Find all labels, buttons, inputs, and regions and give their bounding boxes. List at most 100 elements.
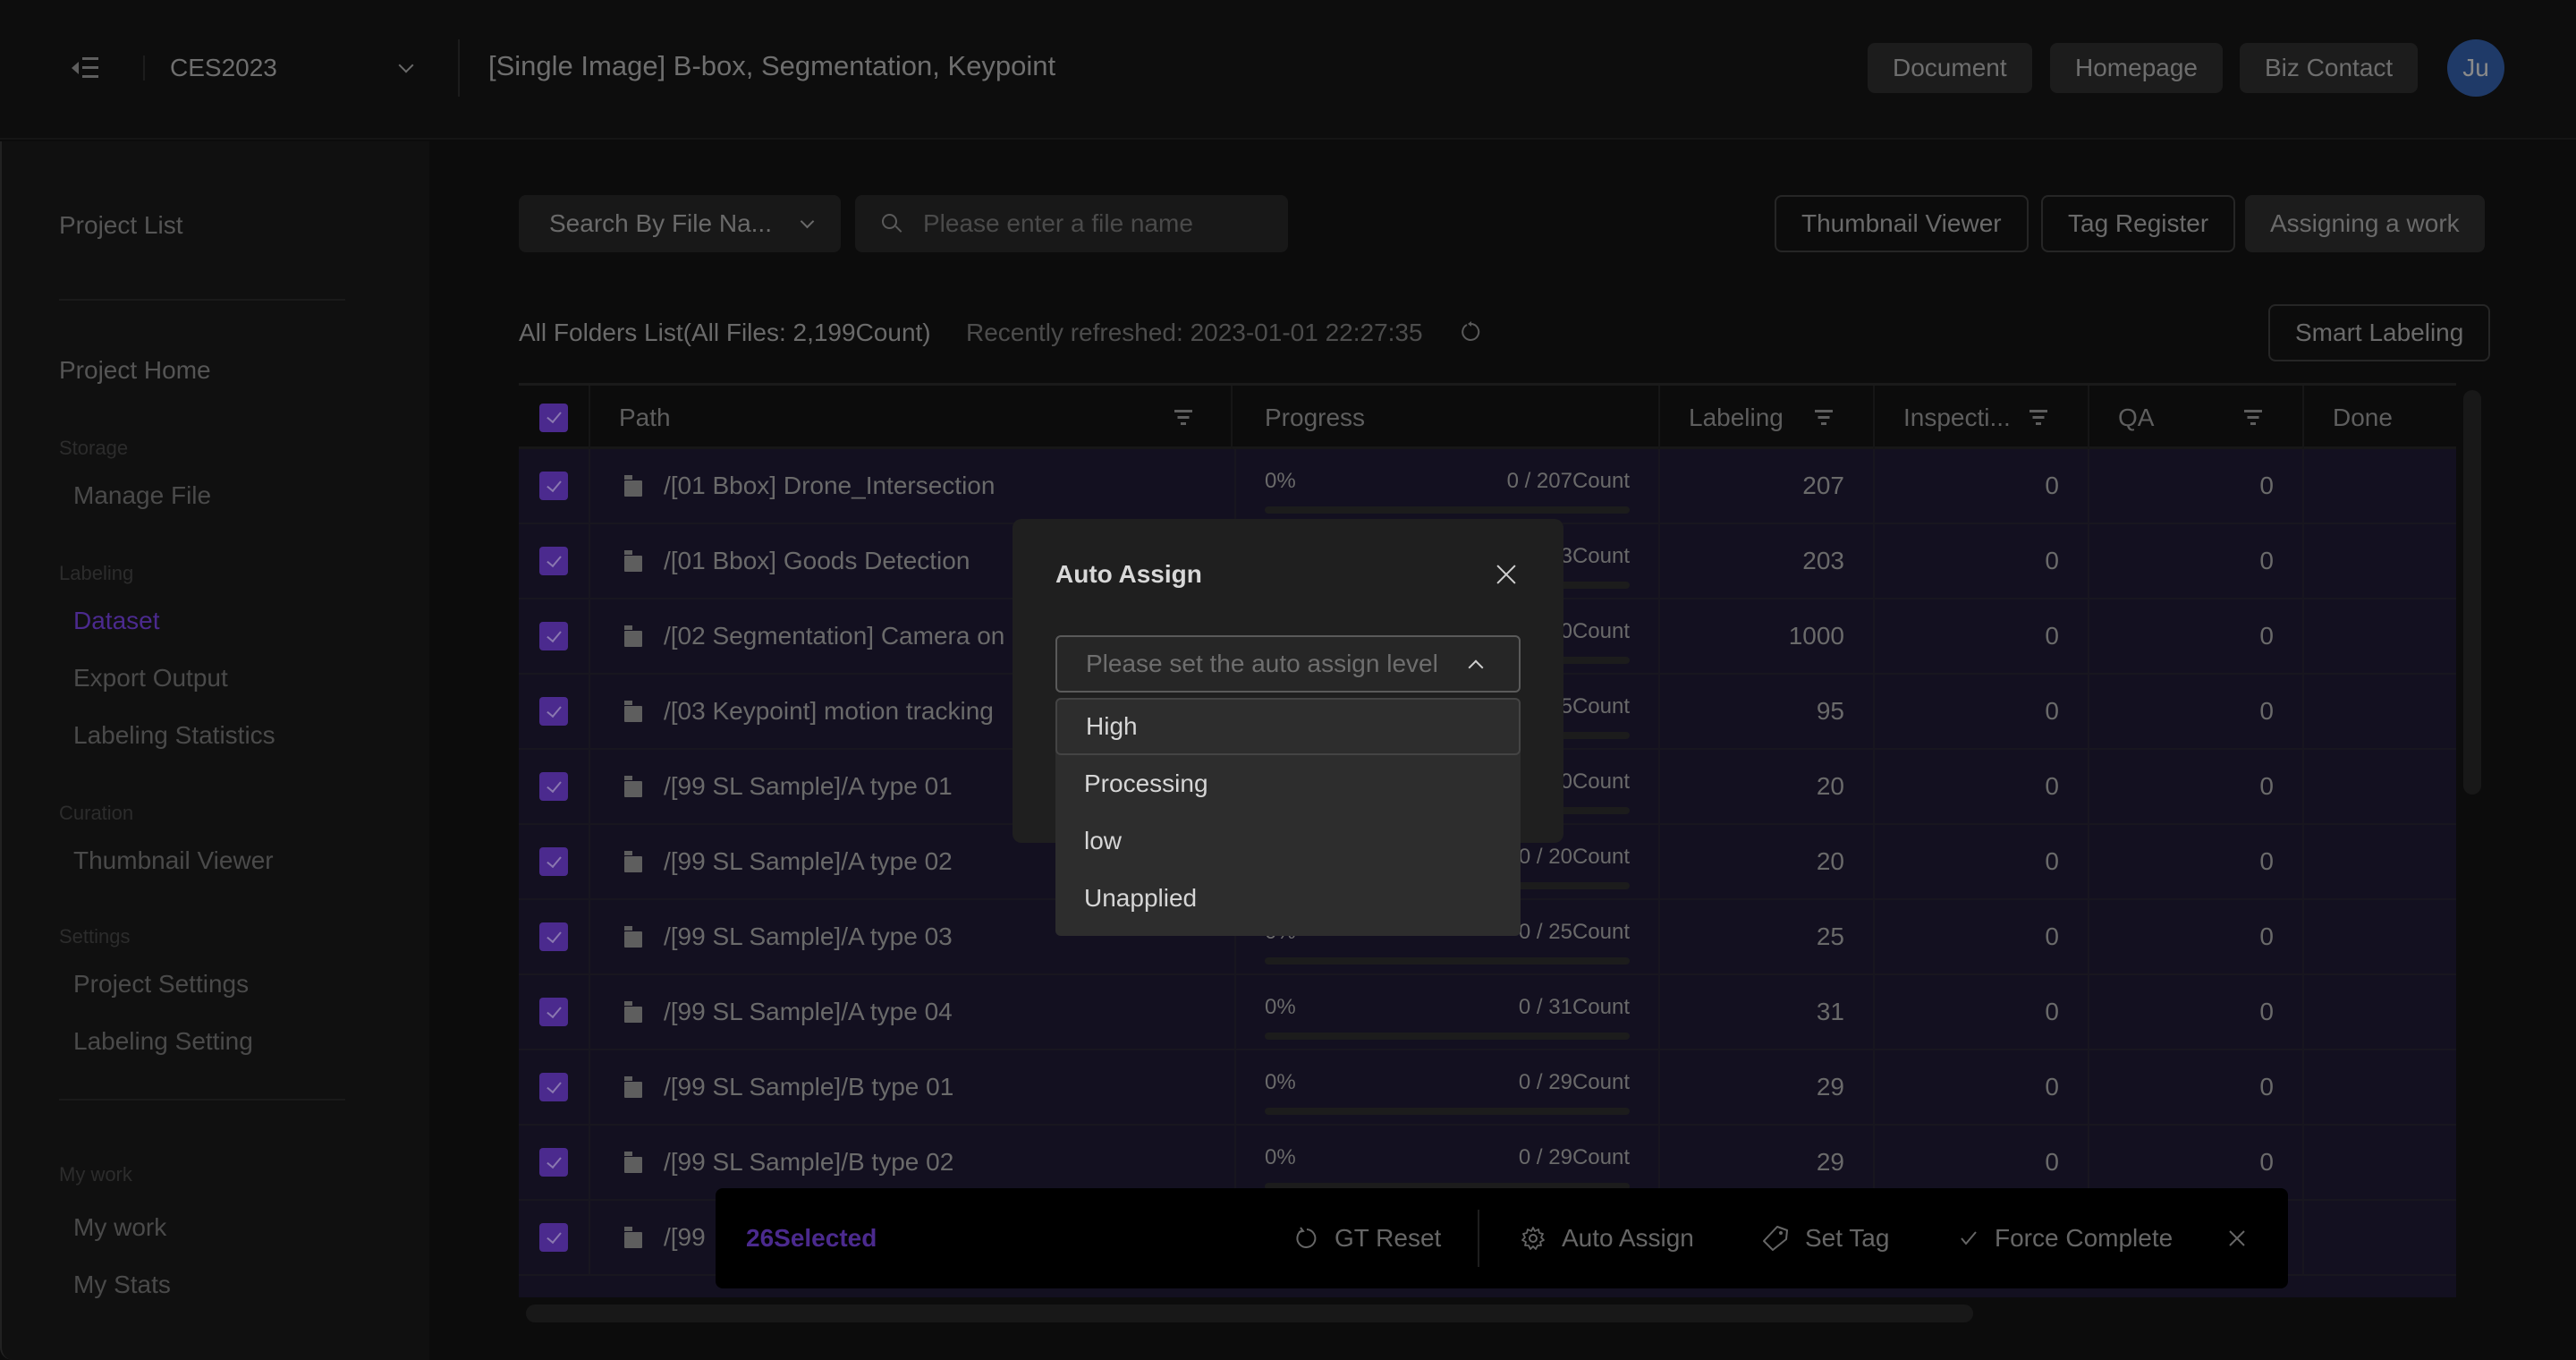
row-checkbox-cell: [519, 1201, 590, 1274]
smart-labeling-button[interactable]: Smart Labeling: [2268, 304, 2491, 361]
option-low[interactable]: low: [1055, 812, 1521, 870]
sidebar-item-thumbnail-viewer[interactable]: Thumbnail Viewer: [73, 846, 274, 875]
homepage-button[interactable]: Homepage: [2050, 43, 2223, 93]
filter-icon[interactable]: [1814, 410, 1834, 426]
column-qa[interactable]: QA: [2089, 386, 2304, 449]
inspection-cell: 0: [1875, 900, 2089, 973]
refresh-icon[interactable]: [1460, 320, 1483, 344]
row-checkbox[interactable]: [539, 772, 568, 801]
folder-path[interactable]: /[99 SL Sample]/A type 01: [664, 772, 953, 801]
row-checkbox-cell: [519, 825, 590, 898]
vertical-scrollbar[interactable]: [2463, 390, 2481, 795]
row-checkbox[interactable]: [539, 1073, 568, 1101]
thumbnail-viewer-button[interactable]: Thumbnail Viewer: [1775, 195, 2029, 252]
collapse-sidebar-icon[interactable]: [70, 55, 102, 81]
done-cell: [2304, 1050, 2456, 1124]
filter-icon[interactable]: [2243, 410, 2263, 426]
auto-assign-level-select[interactable]: Please set the auto assign level: [1055, 635, 1521, 693]
sidebar-item-project-list[interactable]: Project List: [59, 211, 183, 240]
row-checkbox[interactable]: [539, 998, 568, 1026]
auto-assign-button[interactable]: Auto Assign: [1521, 1188, 1694, 1288]
row-checkbox[interactable]: [539, 1148, 568, 1177]
user-avatar[interactable]: Ju: [2447, 39, 2504, 97]
row-checkbox[interactable]: [539, 1223, 568, 1252]
app: CES2023 [Single Image] B-box, Segmentati…: [0, 0, 2576, 1360]
row-checkbox[interactable]: [539, 697, 568, 726]
search-input[interactable]: [923, 209, 1263, 238]
row-checkbox[interactable]: [539, 547, 568, 575]
sidebar-item-my-work[interactable]: My work: [73, 1213, 166, 1242]
column-path[interactable]: Path: [590, 386, 1233, 449]
folder-path[interactable]: /[03 Keypoint] motion tracking: [664, 697, 994, 726]
progress-count: 0 / 207Count: [1506, 469, 1630, 493]
close-icon[interactable]: [1494, 562, 1519, 587]
sidebar-item-project-settings[interactable]: Project Settings: [73, 970, 249, 999]
done-cell: [2304, 675, 2456, 748]
filter-icon[interactable]: [1174, 410, 1193, 426]
table-header: Path Progress Labeling Inspecti... QA Do…: [519, 383, 2456, 449]
sidebar-item-dataset[interactable]: Dataset: [73, 607, 160, 635]
labeling-cell: 25: [1660, 900, 1875, 973]
done-cell: [2304, 1126, 2456, 1199]
inspection-cell: 0: [1875, 1050, 2089, 1124]
biz-contact-button[interactable]: Biz Contact: [2240, 43, 2419, 93]
progress-percent: 0%: [1265, 995, 1296, 1019]
row-checkbox[interactable]: [539, 622, 568, 650]
progress-percent: 0%: [1265, 1070, 1296, 1094]
document-button[interactable]: Document: [1868, 43, 2032, 93]
top-header: CES2023 [Single Image] B-box, Segmentati…: [0, 0, 2576, 140]
row-checkbox[interactable]: [539, 472, 568, 500]
set-tag-button[interactable]: Set Tag: [1762, 1188, 1889, 1288]
done-cell: [2304, 449, 2456, 523]
option-processing[interactable]: Processing: [1055, 755, 1521, 812]
assigning-work-button[interactable]: Assigning a work: [2245, 195, 2485, 252]
column-label: QA: [2118, 403, 2155, 431]
column-label: Path: [619, 403, 671, 431]
table-row[interactable]: /[99 SL Sample]/A type 04 0% 0 / 31Count 31…: [519, 975, 2456, 1050]
path-cell: /[99 SL Sample]/A type 04: [590, 975, 1236, 1049]
path-cell: /[01 Bbox] Drone_Intersection: [590, 449, 1236, 523]
column-inspection[interactable]: Inspecti...: [1875, 386, 2089, 449]
qa-cell: 0: [2089, 675, 2304, 748]
gt-reset-button[interactable]: GT Reset: [1295, 1188, 1441, 1288]
option-unapplied[interactable]: Unapplied: [1055, 870, 1521, 927]
folder-path[interactable]: /[01 Bbox] Drone_Intersection: [664, 472, 995, 500]
close-action-bar-button[interactable]: [2227, 1188, 2263, 1288]
column-labeling[interactable]: Labeling: [1660, 386, 1875, 449]
sidebar-item-export-output[interactable]: Export Output: [73, 664, 228, 693]
sidebar-item-labeling-setting[interactable]: Labeling Setting: [73, 1027, 253, 1056]
column-done: Done: [2304, 386, 2456, 449]
set-tag-label: Set Tag: [1805, 1224, 1890, 1252]
row-checkbox[interactable]: [539, 847, 568, 876]
labeling-cell: 203: [1660, 524, 1875, 598]
sidebar-item-manage-file[interactable]: Manage File: [73, 481, 211, 510]
labeling-cell: 20: [1660, 825, 1875, 898]
table-row[interactable]: /[99 SL Sample]/B type 01 0% 0 / 29Count 29…: [519, 1050, 2456, 1126]
option-high[interactable]: High: [1055, 698, 1521, 755]
row-checkbox[interactable]: [539, 922, 568, 951]
folder-path[interactable]: /[99 SL Sample]/B type 02: [664, 1148, 953, 1177]
folder-path[interactable]: /[99 SL Sample]/A type 03: [664, 922, 953, 951]
project-select[interactable]: CES2023: [170, 45, 420, 91]
folder-path[interactable]: /[99 SL Sample]/B type 01: [664, 1073, 953, 1101]
table-row[interactable]: /[01 Bbox] Drone_Intersection 0% 0 / 207Co…: [519, 449, 2456, 524]
sidebar-item-labeling-statistics[interactable]: Labeling Statistics: [73, 721, 275, 750]
qa-cell: 0: [2089, 599, 2304, 673]
labeling-cell: 20: [1660, 750, 1875, 823]
folder-path[interactable]: /[99 SL Sample]/A type 02: [664, 847, 953, 876]
folder-path[interactable]: /[01 Bbox] Goods Detection: [664, 547, 970, 575]
search-type-select[interactable]: Search By File Na...: [519, 195, 841, 252]
select-all-checkbox[interactable]: [539, 403, 568, 432]
filter-icon[interactable]: [2029, 410, 2048, 426]
force-complete-button[interactable]: Force Complete: [1959, 1188, 2173, 1288]
sidebar-item-project-home[interactable]: Project Home: [59, 356, 211, 385]
folder-path[interactable]: /[02 Segmentation] Camera on: [664, 622, 1004, 650]
sidebar-item-my-stats[interactable]: My Stats: [73, 1271, 171, 1299]
done-cell: [2304, 825, 2456, 898]
force-complete-label: Force Complete: [1995, 1224, 2174, 1252]
folder-path[interactable]: /[99: [664, 1223, 706, 1252]
folder-path[interactable]: /[99 SL Sample]/A type 04: [664, 998, 953, 1026]
tag-register-button[interactable]: Tag Register: [2041, 195, 2236, 252]
horizontal-scrollbar[interactable]: [526, 1305, 1973, 1322]
sidebar-divider: [59, 299, 345, 301]
